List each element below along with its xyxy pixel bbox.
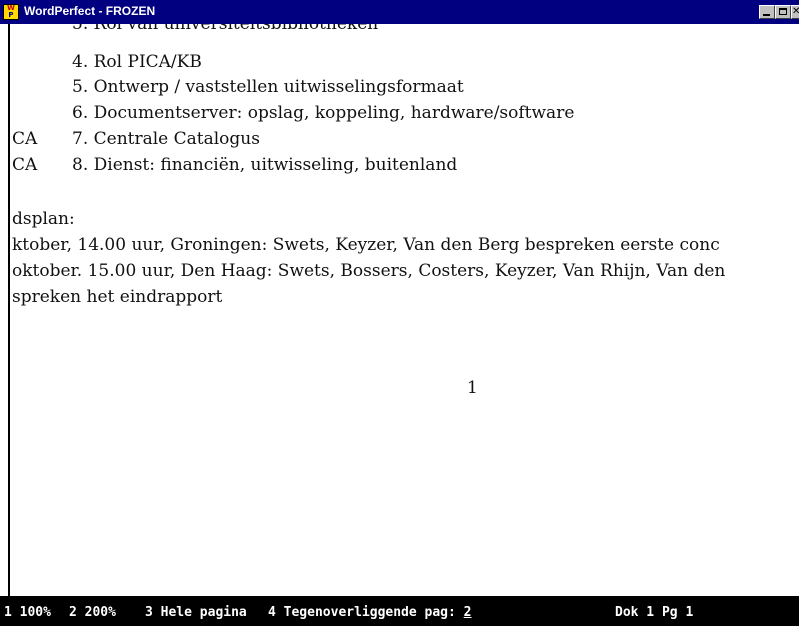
document-line: 7. Centrale Catalogus xyxy=(72,129,260,149)
full-page-option[interactable]: 3 Hele pagina xyxy=(145,605,247,620)
document-line: dsplan: xyxy=(12,209,75,229)
title-bar: W P WordPerfect - FROZEN ✕ xyxy=(0,0,799,24)
facing-pages-value: 2 xyxy=(463,605,472,620)
document-line: spreken het eindrapport xyxy=(12,287,223,307)
close-button[interactable]: ✕ xyxy=(791,5,799,19)
document-line: ktober, 14.00 uur, Groningen: Swets, Key… xyxy=(12,235,720,255)
document-line: 8. Dienst: financiën, uitwisseling, buit… xyxy=(72,155,458,175)
maximize-icon xyxy=(779,8,787,15)
minimize-icon xyxy=(763,14,770,16)
document-line: CA xyxy=(12,155,38,175)
document-line: 4. Rol PICA/KB xyxy=(72,52,202,72)
wordperfect-app-icon[interactable]: W P xyxy=(3,4,19,20)
zoom-200-option[interactable]: 2 200% xyxy=(69,605,116,620)
document-line: 6. Documentserver: opslag, koppeling, ha… xyxy=(72,103,575,123)
facing-pages-option[interactable]: 4 Tegenoverliggende pag: 2 xyxy=(268,605,472,620)
page-number: 1 xyxy=(467,378,478,398)
document-area[interactable]: 5. Rol van universiteitsbibliotheken 4. … xyxy=(0,24,799,596)
facing-pages-label: 4 Tegenoverliggende pag: xyxy=(268,605,456,620)
minimize-button[interactable] xyxy=(759,5,775,19)
page-left-edge xyxy=(8,24,10,596)
document-line: CA xyxy=(12,129,38,149)
document-line: oktober. 15.00 uur, Den Haag: Swets, Bos… xyxy=(12,261,726,281)
document-line: 5. Rol van universiteitsbibliotheken xyxy=(72,24,379,34)
status-bar: 1 100% 2 200% 3 Hele pagina 4 Tegenoverl… xyxy=(0,596,799,626)
document-line: 5. Ontwerp / vaststellen uitwisselingsfo… xyxy=(72,77,464,97)
close-icon: ✕ xyxy=(792,6,799,17)
zoom-100-option[interactable]: 1 100% xyxy=(4,605,51,620)
document-page-indicator: Dok 1 Pg 1 xyxy=(615,605,694,620)
window-title: WordPerfect - FROZEN xyxy=(24,4,156,18)
maximize-button[interactable] xyxy=(775,5,791,19)
